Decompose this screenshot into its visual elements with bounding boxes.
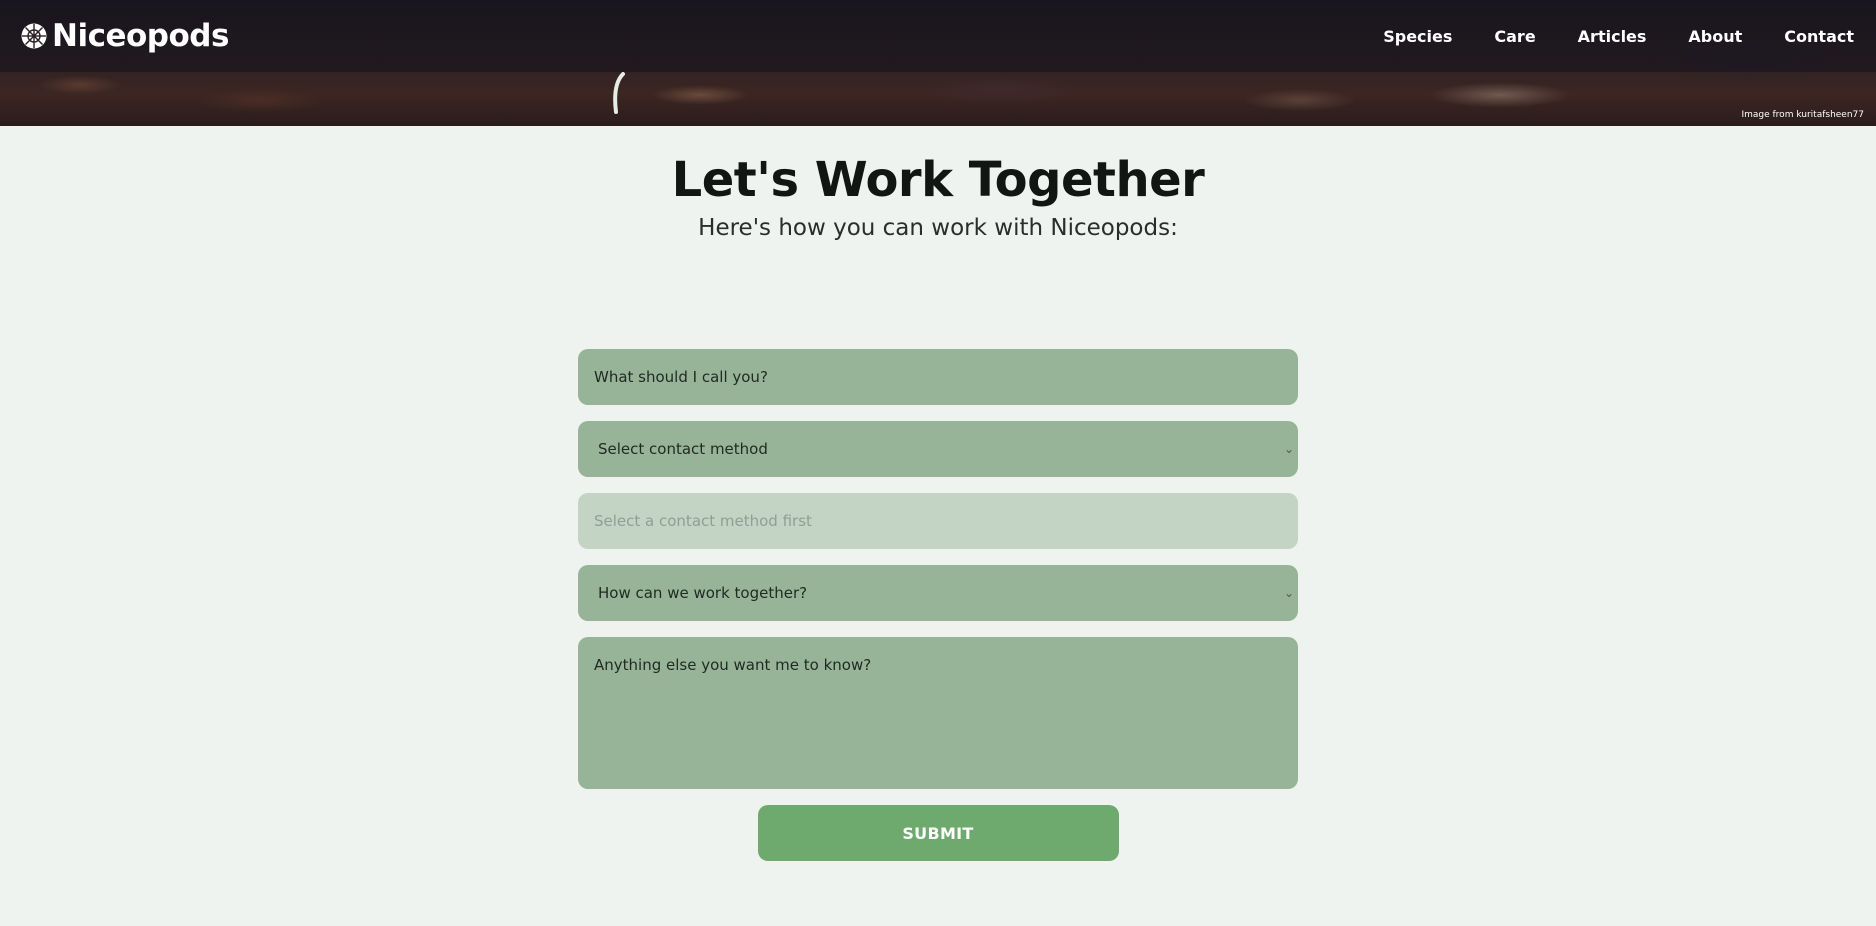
nav-articles[interactable]: Articles [1557, 27, 1668, 46]
submit-button[interactable]: SUBMIT [757, 805, 1119, 861]
contact-detail-input: Select a contact method first [578, 493, 1298, 549]
chevron-down-icon: ⌄ [1283, 586, 1294, 600]
image-credit: Image from kuritafsheen77 [1741, 110, 1864, 120]
name-input[interactable]: What should I call you? [578, 349, 1298, 405]
collaboration-select[interactable]: How can we work together? ⌄ [578, 565, 1298, 621]
contact-form: What should I call you? Select contact m… [578, 349, 1298, 861]
sprout-image [613, 72, 625, 114]
pillbug-icon [21, 23, 47, 49]
name-placeholder: What should I call you? [594, 368, 768, 386]
nav-care[interactable]: Care [1473, 27, 1556, 46]
page-header: Let's Work Together Here's how you can w… [0, 154, 1876, 241]
message-textarea[interactable]: Anything else you want me to know? [578, 637, 1298, 789]
message-placeholder: Anything else you want me to know? [594, 656, 872, 674]
nav-species[interactable]: Species [1362, 27, 1473, 46]
hero-banner: Niceopods Species Care Articles About Co… [0, 0, 1876, 126]
page-title: Let's Work Together [671, 152, 1205, 208]
page-subtitle: Here's how you can work with Niceopods: [698, 214, 1178, 241]
brand-link[interactable]: Niceopods [20, 18, 229, 54]
collaboration-value: How can we work together? [598, 584, 808, 602]
nav-about[interactable]: About [1667, 27, 1763, 46]
brand-name: Niceopods [52, 18, 229, 54]
contact-detail-placeholder: Select a contact method first [594, 512, 812, 530]
chevron-down-icon: ⌄ [1283, 442, 1294, 456]
main-nav: Species Care Articles About Contact [1362, 27, 1856, 46]
nav-contact[interactable]: Contact [1763, 27, 1856, 46]
contact-method-value: Select contact method [598, 440, 768, 458]
contact-method-select[interactable]: Select contact method ⌄ [578, 421, 1298, 477]
top-nav-bar: Niceopods Species Care Articles About Co… [0, 0, 1876, 72]
